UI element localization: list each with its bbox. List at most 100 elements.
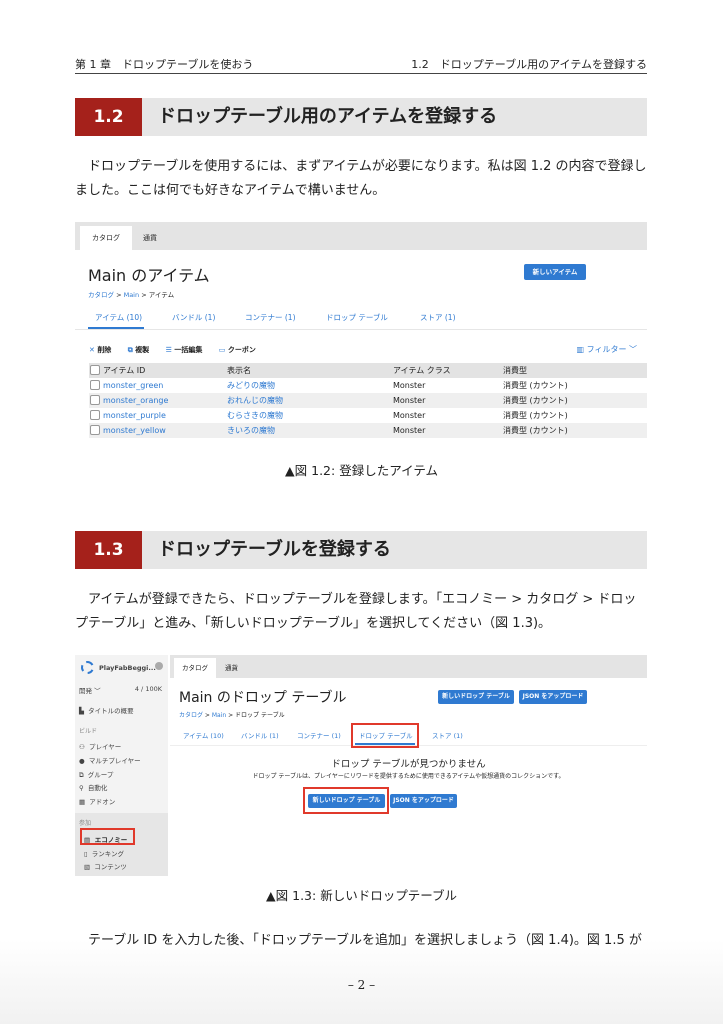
paragraph: ドロップテーブルを使用するには、まずアイテムが必要になります。私は図 1.2 の… (75, 159, 647, 198)
new-drop-table-button[interactable]: 新しいドロップ テーブル (438, 690, 514, 704)
item-class: Monster (393, 381, 426, 390)
toolbar: ✕ 削除 ⧉ 複製 ☰ 一括編集 ▭ クーポン (89, 345, 256, 355)
table-row[interactable]: monster_yellow きいろの魔物 Monster 消費型 (カウント) (89, 423, 647, 438)
breadcrumb-current: ドロップ テーブル (235, 712, 285, 719)
filter-icon: ▥ (576, 345, 585, 354)
tab-catalog[interactable]: カタログ (174, 658, 216, 678)
display-name-link[interactable]: おれんじの魔物 (227, 393, 283, 408)
tab-catalog[interactable]: カタログ (80, 226, 132, 250)
subtab-stores[interactable]: ストア (1) (420, 312, 456, 323)
close-icon: ✕ (89, 346, 95, 354)
subtab-drop-tables[interactable]: ドロップ テーブル (326, 312, 388, 323)
breadcrumb: カタログ > Main > アイテム (88, 291, 175, 299)
breadcrumb-catalog[interactable]: カタログ (88, 291, 114, 299)
subtab-bundles[interactable]: バンドル (1) (172, 312, 215, 323)
sidebar-item-players[interactable]: ⚇ プレイヤー (79, 741, 121, 751)
section-title: ドロップテーブル用のアイテムを登録する (158, 106, 498, 127)
subtab-items[interactable]: アイテム (10) (183, 730, 224, 740)
display-name-link[interactable]: きいろの魔物 (227, 423, 275, 438)
sidebar-item-groups[interactable]: ⧉ グループ (79, 769, 113, 780)
page-title: Main のドロップ テーブル (179, 690, 347, 706)
header-rule (75, 73, 647, 74)
display-name-link[interactable]: むらさきの魔物 (227, 408, 283, 423)
highlight-box (80, 828, 135, 845)
player-count: 4 / 100K (134, 685, 162, 693)
tab-currency[interactable]: 通貨 (143, 226, 157, 250)
sidebar-label: タイトルの概要 (88, 707, 134, 715)
row-checkbox[interactable] (90, 380, 100, 390)
item-id-link[interactable]: monster_yellow (103, 423, 166, 438)
table-row[interactable]: monster_green みどりの魔物 Monster 消費型 (カウント) (89, 378, 647, 393)
subtab-stores[interactable]: ストア (1) (432, 730, 463, 740)
sidebar-item-automation[interactable]: ⚲ 自動化 (79, 782, 107, 792)
tab-currency[interactable]: 通貨 (225, 658, 238, 678)
automation-icon: ⚲ (79, 784, 84, 792)
chart-icon: ▙ (79, 707, 84, 715)
sidebar-item-overview[interactable]: ▙ タイトルの概要 (79, 705, 134, 715)
item-id-link[interactable]: monster_green (103, 378, 163, 393)
breadcrumb-main[interactable]: Main (124, 291, 140, 299)
item-class: Monster (393, 426, 426, 435)
settings-icon[interactable] (155, 662, 163, 670)
sidebar-item-addons[interactable]: ▦ アドオン (79, 796, 115, 806)
table-row[interactable]: monster_purple むらさきの魔物 Monster 消費型 (カウント) (89, 408, 647, 423)
globe-icon: ● (79, 757, 85, 765)
players-icon: ⚇ (79, 743, 85, 751)
column-header: 表示名 (227, 366, 251, 375)
filter-button[interactable]: ▥ フィルター ﹀ (577, 344, 638, 355)
delete-button[interactable]: 削除 (97, 346, 111, 354)
breadcrumb-catalog[interactable]: カタログ (179, 712, 203, 719)
breadcrumb-current: アイテム (148, 291, 175, 299)
section-title: ドロップテーブルを登録する (158, 539, 391, 560)
sidebar-item-content[interactable]: ▧ コンテンツ (84, 861, 127, 871)
new-item-button[interactable]: 新しいアイテム (524, 264, 586, 280)
subtab-items[interactable]: アイテム (10) (95, 312, 142, 323)
project-name[interactable]: PlayFabBeggi... (99, 664, 156, 672)
figure-caption: ▲図 1.2: 登録したアイテム (285, 463, 438, 478)
consumable-type: 消費型 (カウント) (503, 426, 568, 435)
highlight-box (351, 723, 419, 748)
bulk-edit-button[interactable]: 一括編集 (174, 346, 202, 354)
sidebar-label: グループ (87, 771, 114, 779)
leaderboard-icon: ▯ (84, 850, 88, 858)
sidebar-section-engage: 参加 (79, 820, 92, 827)
row-checkbox[interactable] (90, 395, 100, 405)
table-row[interactable]: monster_orange おれんじの魔物 Monster 消費型 (カウント) (89, 393, 647, 408)
item-class: Monster (393, 411, 426, 420)
item-id-link[interactable]: monster_purple (103, 408, 166, 423)
upload-json-button-center[interactable]: JSON をアップロード (390, 794, 457, 808)
coupon-button[interactable]: クーポン (228, 346, 256, 354)
duplicate-button[interactable]: 複製 (135, 346, 149, 354)
table-header: アイテム ID 表示名 アイテム クラス 消費型 (89, 363, 647, 378)
document-icon: ▧ (84, 863, 91, 871)
sidebar-item-leaderboards[interactable]: ▯ ランキング (84, 848, 124, 858)
sidebar-label: 自動化 (87, 784, 108, 792)
row-checkbox[interactable] (90, 425, 100, 435)
bulk-edit-icon: ☰ (165, 346, 172, 354)
section-number: 1.3 (75, 531, 142, 569)
sidebar: PlayFabBeggi... 開発 ﹀ 4 / 100K ▙ タイトルの概要 … (75, 655, 168, 876)
row-checkbox[interactable] (90, 410, 100, 420)
sidebar-item-multiplayer[interactable]: ● マルチプレイヤー (79, 755, 141, 765)
breadcrumb-main[interactable]: Main (212, 712, 226, 719)
figure-items-screenshot: カタログ 通貨 Main のアイテム 新しいアイテム カタログ > Main >… (75, 222, 647, 450)
sidebar-label: ランキング (91, 850, 125, 858)
section-heading-1-2: 1.2 ドロップテーブル用のアイテムを登録する (75, 98, 647, 136)
environment-label: 開発 (79, 687, 92, 695)
environment-select[interactable]: 開発 ﹀ (79, 685, 101, 695)
running-header-chapter: 第 1 章 ドロップテーブルを使おう (75, 58, 254, 71)
empty-state-description: ドロップ テーブルは、プレイヤーにリワードを提供するために使用できるアイテムや仮… (252, 773, 565, 780)
sidebar-label: プレイヤー (88, 743, 122, 751)
subtab-bundles[interactable]: バンドル (1) (241, 730, 279, 740)
display-name-link[interactable]: みどりの魔物 (227, 378, 275, 393)
item-id-link[interactable]: monster_orange (103, 393, 168, 408)
subtab-containers[interactable]: コンテナー (1) (245, 312, 296, 323)
sidebar-label: コンテンツ (94, 863, 127, 871)
upload-json-button[interactable]: JSON をアップロード (519, 690, 587, 704)
highlight-box (303, 787, 389, 814)
chevron-down-icon: ﹀ (629, 345, 637, 354)
subtab-containers[interactable]: コンテナー (1) (297, 730, 341, 740)
select-all-checkbox[interactable] (90, 365, 100, 375)
copy-icon: ⧉ (127, 346, 133, 354)
sidebar-section-build: ビルド (79, 728, 98, 735)
